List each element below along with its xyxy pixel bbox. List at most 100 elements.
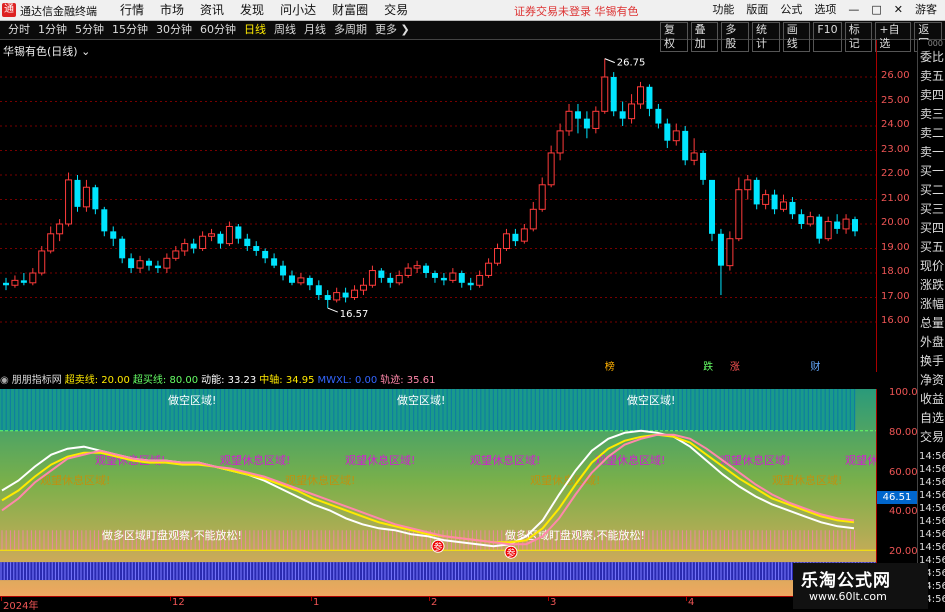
candle (753, 177, 760, 210)
side-panel-item[interactable]: 买二 (918, 181, 945, 200)
indicator-chart[interactable]: 做空区域! 做空区域! 做空区域!观望休息区域! 观望休息区域! 观望休息区域! 观望休息… (0, 389, 876, 596)
candle (824, 216, 832, 242)
date-tick (311, 597, 312, 601)
indicator-param: 中轴: 34.95 (259, 375, 315, 386)
side-panel-item[interactable]: 现价 (918, 257, 945, 276)
side-panel-item[interactable]: 交易 (918, 428, 945, 447)
period-tab[interactable]: 30分钟 (152, 23, 196, 37)
side-panel-item[interactable]: 总量 (918, 314, 945, 333)
period-tab[interactable]: 更多 ❯ (371, 23, 414, 37)
menu-item[interactable]: 发现 (232, 2, 272, 18)
side-panel-item[interactable]: 买一 (918, 162, 945, 181)
low-marker-arrow (327, 307, 338, 313)
trade-time: 14:56 (919, 516, 945, 527)
candle (529, 201, 537, 232)
period-tab[interactable]: 月线 (300, 23, 330, 37)
date-tick (429, 597, 430, 601)
side-panel-item[interactable]: 换手 (918, 352, 945, 371)
side-panel-item[interactable]: 买五 (918, 238, 945, 257)
period-toolbar: 分时 1分钟 5分钟 15分钟 30分钟 60分钟 日线 周线 月线 多周期 更多 ❯ 复权 叠加 多股… (0, 21, 945, 52)
candle (502, 228, 510, 251)
side-panel-item[interactable]: 净资 (918, 371, 945, 390)
svg-text:参: 参 (507, 547, 516, 559)
maximize-icon[interactable]: □ (865, 2, 887, 18)
menu-item[interactable]: 交易 (376, 2, 416, 18)
event-marker[interactable]: 榜 (605, 360, 615, 372)
side-panel-item[interactable]: 涨跌 (918, 276, 945, 295)
side-panel-item[interactable]: 买四 (918, 219, 945, 238)
candle (387, 273, 394, 288)
candle (280, 260, 287, 281)
candle (423, 263, 430, 278)
side-panel-item[interactable]: 卖四 (918, 86, 945, 105)
menu-item[interactable]: 选项 (808, 2, 842, 18)
menu-item[interactable]: 资讯 (192, 2, 232, 18)
buy-signal-marker[interactable]: 参 (504, 545, 518, 559)
side-panel-item[interactable]: 外盘 (918, 333, 945, 352)
watch-zone-label: 观望休息区域! (40, 473, 110, 487)
period-tab[interactable]: 1分钟 (34, 23, 71, 37)
side-panel-item[interactable]: 委比 (918, 48, 945, 67)
period-tab[interactable]: 周线 (270, 23, 300, 37)
candle (172, 246, 180, 261)
candle (235, 224, 242, 244)
date-tick-label: 2024年 (3, 601, 39, 612)
candle (217, 231, 224, 249)
side-panel-item[interactable]: 卖五 (918, 67, 945, 86)
menu-item[interactable]: 版面 (740, 2, 774, 18)
indicator-param: 动能: 33.23 (201, 375, 257, 386)
candle (181, 238, 189, 256)
side-panel-item[interactable]: 卖二 (918, 124, 945, 143)
side-panel-item[interactable]: 收益 (918, 390, 945, 409)
period-tab[interactable]: 多周期 (330, 23, 371, 37)
period-tab[interactable]: 日线 (240, 23, 270, 37)
menu-item[interactable]: 市场 (152, 2, 192, 18)
indicator-menu-icon[interactable]: ◉ (0, 375, 9, 386)
minimize-icon[interactable]: — (842, 2, 865, 18)
side-panel-item[interactable]: 卖三 (918, 105, 945, 124)
date-axis: 2024年 12 1 2 3 4 (0, 596, 876, 612)
side-panel-item[interactable]: 涨幅 (918, 295, 945, 314)
candle (163, 253, 171, 273)
side-panel-item[interactable]: 买三 (918, 200, 945, 219)
candle (726, 231, 734, 271)
price-tick-label: 25.00 (881, 94, 910, 106)
event-marker[interactable]: 涨 (730, 361, 740, 372)
menu-item[interactable]: 游客 (909, 2, 943, 18)
price-chart[interactable]: 26.75 16.57 榜 跌 涨 财 (0, 40, 876, 372)
close-icon[interactable]: ✕ (888, 2, 909, 18)
watermark-title: 乐淘公式网 (801, 571, 891, 591)
watch-zone-label: 观望休息区域! (285, 473, 355, 487)
menu-item[interactable]: 功能 (706, 2, 740, 18)
indicator-name[interactable]: 朋朋指标网 (12, 375, 62, 386)
period-tab[interactable]: 分时 (4, 23, 34, 37)
long-zone-label: 做多区域盯盘观察,不能放松! (102, 528, 242, 542)
candle (154, 260, 161, 273)
side-panel-item[interactable]: 卖一 (918, 143, 945, 162)
short-zone-label: 做空区域! (627, 393, 675, 407)
buy-signal-marker[interactable]: 参 (431, 539, 445, 553)
period-tab[interactable]: 15分钟 (108, 23, 152, 37)
event-marker[interactable]: 跌 (703, 360, 713, 372)
candle (128, 253, 135, 273)
low-price-label: 16.57 (340, 309, 369, 320)
period-tab[interactable]: 60分钟 (196, 23, 240, 37)
candle (449, 268, 457, 283)
menu-item[interactable]: 问小达 (272, 2, 324, 18)
indicator-param: 超卖线: 20.00 (64, 375, 130, 386)
price-tick-label: 18.00 (881, 266, 910, 277)
login-warning[interactable]: 证券交易未登录 华锡有色 (514, 3, 639, 19)
candle (119, 236, 126, 264)
candle (744, 175, 752, 200)
menu-item[interactable]: 公式 (774, 2, 808, 18)
watch-zone-label: 观望休息区域! (772, 473, 842, 487)
menu-item[interactable]: 行情 (112, 2, 152, 18)
menu-item[interactable]: 财富圈 (324, 2, 376, 18)
indicator-current-value: 46.51 (877, 491, 917, 505)
price-tick-label: 19.00 (881, 241, 910, 253)
candle (512, 228, 519, 247)
period-tab[interactable]: 5分钟 (71, 23, 108, 37)
side-panel-item[interactable]: 自选 (918, 409, 945, 428)
event-marker[interactable]: 财 (810, 360, 820, 372)
title-bar: 通 通达信金融终端 行情 市场 资讯 发现 问小达 财富圈 交易 证券交易未登录… (0, 0, 945, 21)
